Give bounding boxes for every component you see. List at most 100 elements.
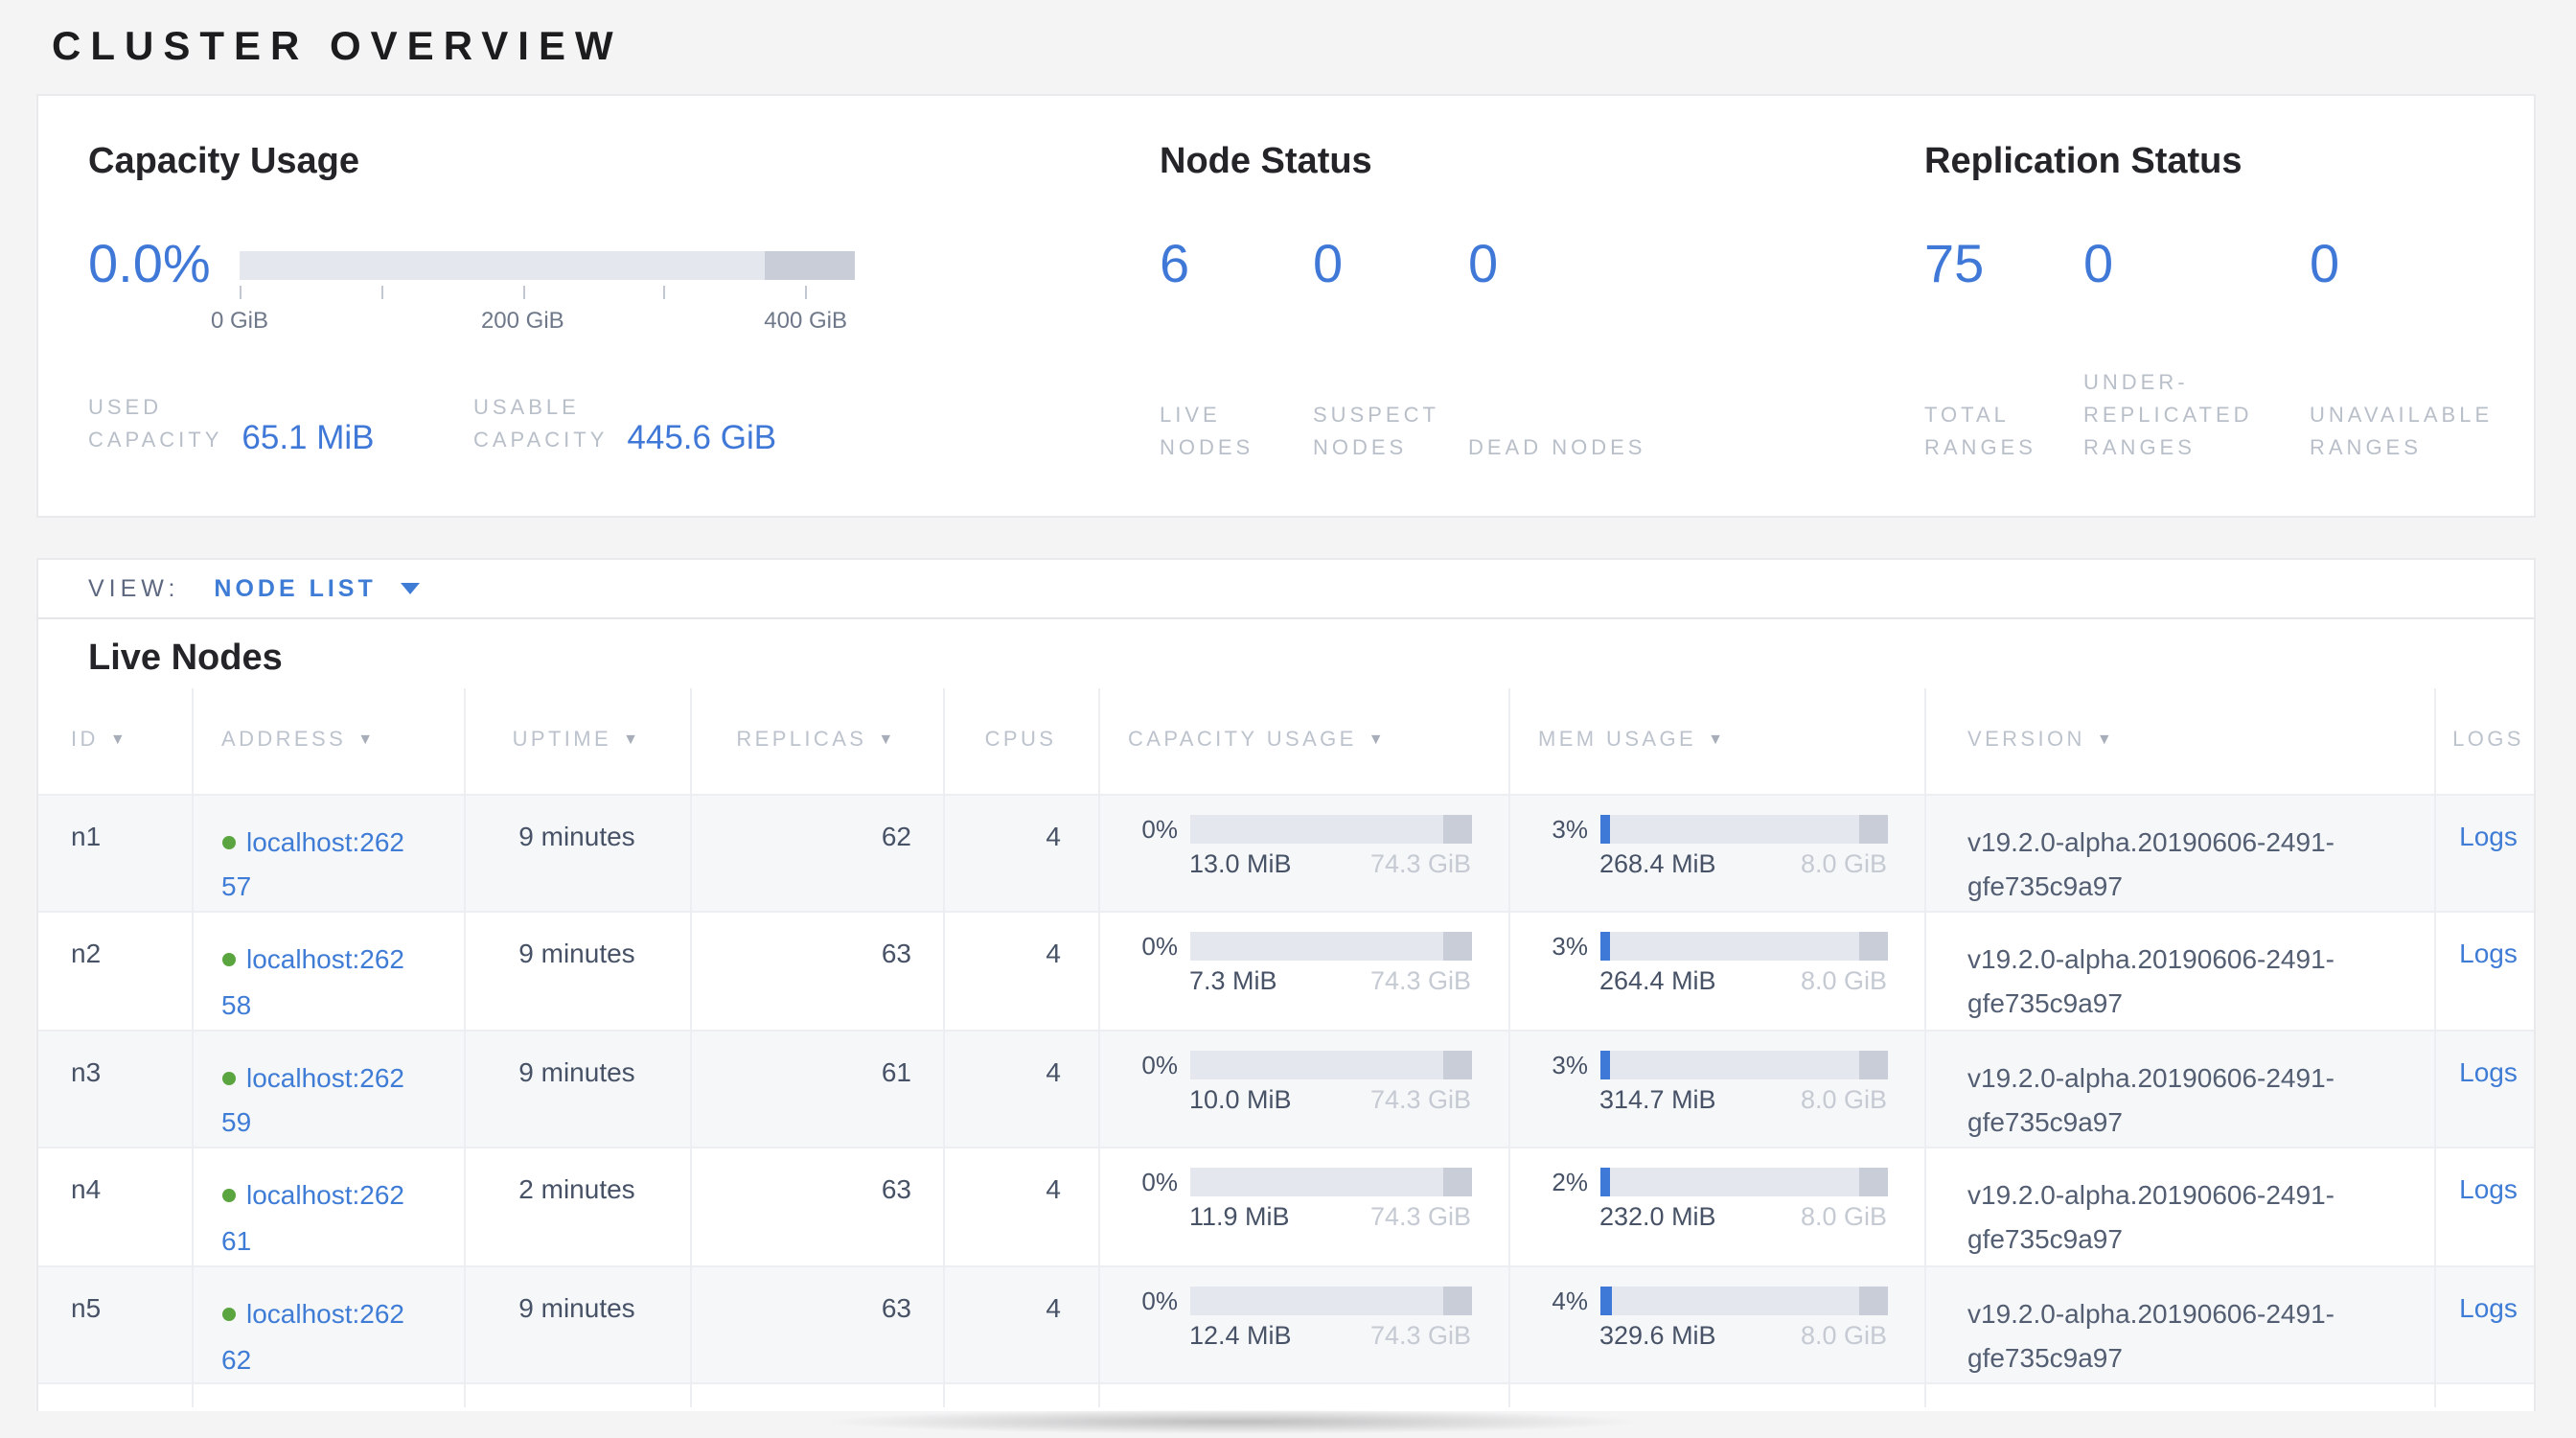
stat-value: 75 — [1924, 234, 2083, 295]
column-header-label: CPUS — [985, 730, 1057, 753]
cell-capacity-usage: 0%10.0 MiB74.3 GiB — [1098, 1030, 1508, 1148]
node-live-icon — [221, 1308, 235, 1321]
meter-used-value: 268.4 MiB — [1599, 848, 1716, 877]
capacity-bar — [1189, 932, 1471, 961]
meter-percent: 2% — [1538, 1169, 1588, 1197]
cell-version: v19.2.0-alpha.20190606-2491-gfe735c9a97 — [1924, 794, 2434, 912]
capacity-bar-dark-segment — [766, 251, 855, 280]
chevron-down-icon — [402, 583, 421, 594]
table-row: n5localhost:262629 minutes6340%12.4 MiB7… — [38, 1266, 2536, 1384]
stat-label-line: CAPACITY — [88, 425, 222, 456]
replication-status-title: Replication Status — [1924, 142, 2242, 184]
meter-percent: 0% — [1128, 932, 1178, 961]
column-header-version[interactable]: VERSION▼ — [1924, 688, 2434, 794]
meter-total-value: 8.0 GiB — [1801, 1321, 1887, 1350]
node-address-link[interactable]: localhost:26259 — [221, 1061, 404, 1138]
capacity-bar — [1189, 814, 1471, 843]
view-selected-value[interactable]: NODE LIST — [214, 575, 376, 602]
axis-tick — [381, 286, 383, 299]
meter: 3% — [1538, 814, 1887, 843]
node-live-icon — [221, 1071, 235, 1084]
bar-dark-segment — [1858, 1287, 1887, 1315]
node-address-link[interactable]: localhost:26257 — [221, 825, 404, 902]
meter-used-value: 329.6 MiB — [1599, 1321, 1716, 1350]
node-address-link[interactable]: localhost:26262 — [221, 1298, 404, 1375]
live-nodes-card: Live Nodes ID▼ADDRESS▼UPTIME▼REPLICAS▼CP… — [36, 619, 2536, 1411]
cell-cpus: 4 — [943, 912, 1098, 1030]
sort-desc-icon: ▼ — [878, 731, 896, 749]
bar-dark-segment — [1858, 932, 1887, 961]
cell-node-id: n4 — [38, 1148, 192, 1266]
meter: 3% — [1538, 1050, 1887, 1078]
logs-link[interactable]: Logs — [2459, 1174, 2518, 1205]
cell-logs: Logs — [2434, 794, 2536, 912]
page-title: CLUSTER OVERVIEW — [52, 25, 623, 71]
cell-mem-usage: 4% 329.6 MiB 8.0 GiB — [1508, 1266, 1924, 1384]
meter: 0% — [1128, 1169, 1471, 1197]
meter-total-value: 74.3 GiB — [1370, 1084, 1471, 1113]
meter-percent: 0% — [1128, 1287, 1178, 1315]
empty-cell — [943, 1384, 1098, 1407]
cell-capacity-usage: 0% 12.4 MiB74.3 GiB — [1098, 1266, 1508, 1384]
sort-desc-icon: ▼ — [1708, 731, 1726, 749]
capacity-bar — [1189, 1287, 1471, 1315]
memory-bar — [1599, 1050, 1887, 1078]
logs-link[interactable]: Logs — [2459, 1292, 2518, 1323]
meter-values: 11.9 MiB74.3 GiB — [1189, 1203, 1471, 1232]
empty-cell — [1508, 1384, 1924, 1407]
column-header-memory[interactable]: MEM USAGE▼ — [1508, 688, 1924, 794]
column-header-uptime[interactable]: UPTIME ▼ — [464, 688, 690, 794]
node-address-link[interactable]: localhost:26258 — [221, 943, 404, 1020]
stat-value: 6 — [1160, 234, 1313, 295]
stat-value: 445.6 GiB — [627, 418, 776, 458]
cell-logs: Logs — [2434, 1030, 2536, 1148]
stat-label: TOTAL RANGES — [1924, 401, 2083, 466]
meter-percent: 4% — [1538, 1287, 1588, 1315]
meter-total-value: 74.3 GiB — [1370, 848, 1471, 877]
meter-percent: 0% — [1128, 814, 1178, 843]
column-header-logs: LOGS — [2434, 688, 2536, 794]
meter-total-value: 8.0 GiB — [1801, 1084, 1887, 1113]
memory-bar — [1599, 932, 1887, 961]
memory-bar — [1599, 1169, 1887, 1197]
meter-total-value: 8.0 GiB — [1801, 1203, 1887, 1232]
cell-version: v19.2.0-alpha.20190606-2491-gfe735c9a97 — [1924, 1148, 2434, 1266]
sort-desc-icon: ▼ — [110, 731, 128, 749]
stat-value: 0 — [1468, 234, 1698, 295]
stat-value: 0 — [2083, 234, 2310, 295]
node-address-link[interactable]: localhost:26261 — [221, 1180, 404, 1257]
logs-link[interactable]: Logs — [2459, 1055, 2518, 1086]
table-row: n1localhost:262579 minutes6240%13.0 MiB7… — [38, 794, 2536, 912]
sort-desc-icon: ▼ — [623, 731, 641, 749]
meter-total-value: 74.3 GiB — [1370, 1203, 1471, 1232]
bar-fill — [1599, 932, 1609, 961]
empty-cell — [464, 1384, 690, 1407]
bar-fill — [1599, 1287, 1611, 1315]
meter-total-value: 8.0 GiB — [1801, 848, 1887, 877]
column-header-label: UPTIME — [513, 730, 612, 753]
column-header-capacity[interactable]: CAPACITY USAGE▼ — [1098, 688, 1508, 794]
cluster-overview-page: CLUSTER OVERVIEW Capacity Usage 0.0% 0 G… — [0, 0, 2576, 1438]
cell-uptime: 9 minutes — [464, 912, 690, 1030]
cell-replicas: 62 — [690, 794, 943, 912]
column-header-address[interactable]: ADDRESS▼ — [192, 688, 464, 794]
column-header-id[interactable]: ID▼ — [38, 688, 192, 794]
cell-version: v19.2.0-alpha.20190606-2491-gfe735c9a97 — [1924, 1266, 2434, 1384]
capacity-usage-title: Capacity Usage — [88, 142, 359, 184]
column-header-replicas[interactable]: REPLICAS▼ — [690, 688, 943, 794]
bar-dark-segment — [1858, 814, 1887, 843]
cell-capacity-usage: 0% 11.9 MiB74.3 GiB — [1098, 1148, 1508, 1266]
logs-link[interactable]: Logs — [2459, 938, 2518, 968]
cell-cpus: 4 — [943, 1266, 1098, 1384]
logs-link[interactable]: Logs — [2459, 820, 2518, 850]
meter: 3% — [1538, 932, 1887, 961]
bar-fill — [1599, 1050, 1609, 1078]
replication-status-section: Replication Status 75 TOTAL RANGES 0 UNDER-… — [1924, 96, 2518, 516]
stat-label: UNDER-REPLICATED RANGES — [2083, 368, 2310, 466]
meter-values: 10.0 MiB74.3 GiB — [1189, 1084, 1471, 1113]
meter-values: 12.4 MiB74.3 GiB — [1189, 1321, 1471, 1350]
view-selector-dropdown[interactable]: NODE LIST — [214, 575, 420, 602]
column-header-cpus: CPUS — [943, 688, 1098, 794]
summary-stat: 75 TOTAL RANGES — [1924, 234, 2083, 466]
cell-capacity-usage: 0%13.0 MiB74.3 GiB — [1098, 794, 1508, 912]
